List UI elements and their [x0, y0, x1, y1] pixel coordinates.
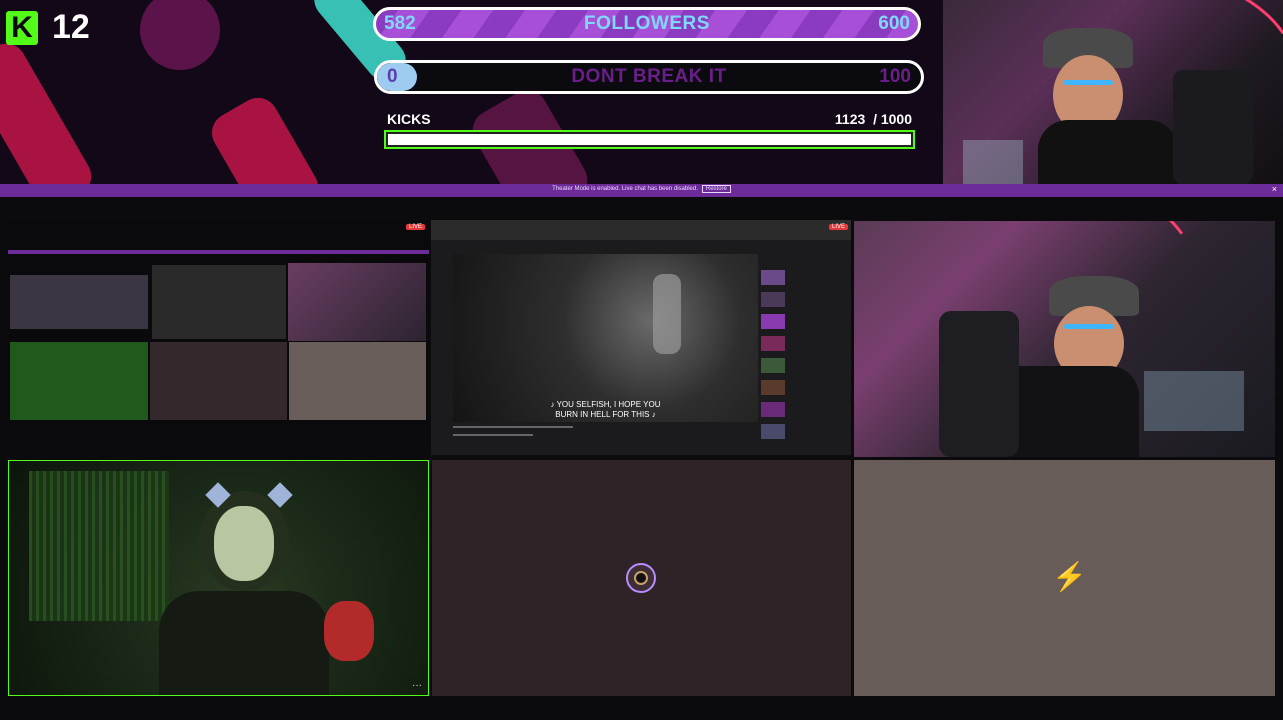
recommended-thumb[interactable] — [761, 270, 785, 285]
live-badge: LIVE — [828, 224, 848, 230]
kicks-target: / 1000 — [873, 111, 912, 127]
led-glasses — [1063, 80, 1113, 85]
dont-break-it-target: 100 — [879, 66, 911, 87]
dont-break-it-goal-bar: 0 DONT BREAK IT 100 — [374, 60, 924, 94]
stream-overlay: K 12 582 FOLLOWERS 600 0 DONT BREAK IT 1… — [0, 0, 1283, 184]
kick-logo-icon: K — [6, 10, 38, 45]
chair-shape — [939, 311, 1019, 457]
nested-cam-thumb — [288, 263, 426, 341]
followers-goal-bar: 582 FOLLOWERS 600 — [373, 7, 921, 41]
recommended-thumb[interactable] — [761, 402, 785, 417]
streamer-webcam — [943, 0, 1283, 184]
face-shape — [214, 506, 274, 581]
tile-streamer-cam[interactable] — [854, 221, 1275, 457]
kicks-value: 1123 / 1000 — [800, 111, 912, 127]
nested-overlay-thumb — [10, 275, 148, 329]
tile-offline-avatar[interactable] — [432, 460, 851, 696]
kicks-label: KICKS — [387, 111, 431, 127]
nested-right-thumb — [289, 342, 426, 420]
followers-target: 600 — [878, 13, 910, 34]
bottles-shape — [1144, 371, 1244, 431]
live-badge: LIVE — [405, 224, 425, 230]
tile-offline-lightning[interactable]: ⚡ — [854, 460, 1275, 696]
lightning-avatar-icon: ⚡ — [1052, 561, 1087, 592]
avatar — [626, 563, 656, 593]
tile-youtube-video[interactable]: ♪ YOU SELFISH, I HOPE YOU BURN IN HELL F… — [431, 220, 851, 455]
dont-break-it-label: DONT BREAK IT — [571, 66, 727, 87]
recommended-thumb[interactable] — [761, 380, 785, 395]
curtain-lights — [29, 471, 169, 621]
viewer-counter: K 12 — [6, 8, 90, 47]
recommended-thumb[interactable] — [761, 424, 785, 439]
tile-nested-stream[interactable]: LIVE — [8, 220, 429, 425]
decor-stripe — [140, 0, 220, 70]
bottles-shape — [963, 140, 1023, 184]
decor-stripe — [204, 90, 326, 184]
led-glasses — [1064, 324, 1114, 329]
recommended-thumb[interactable] — [761, 314, 785, 329]
figure-shape — [653, 274, 681, 354]
nested-youtube-thumb — [152, 265, 286, 339]
followers-label: FOLLOWERS — [584, 13, 710, 34]
banner-message: Theater Mode is enabled. Live chat has b… — [552, 186, 698, 192]
chair-shape — [1173, 70, 1253, 184]
recommended-thumb[interactable] — [761, 336, 785, 351]
kicks-current: 1123 — [834, 111, 866, 127]
plush-toy — [324, 601, 374, 661]
tile-green-cam[interactable]: ··· — [8, 460, 429, 696]
video-title-line — [453, 426, 573, 428]
recommended-thumb[interactable] — [761, 358, 785, 373]
browser-toolbar — [431, 220, 851, 240]
recommended-thumb[interactable] — [761, 292, 785, 307]
subtitle-line-1: ♪ YOU SELFISH, I HOPE YOU — [550, 400, 661, 409]
theater-mode-banner: Theater Mode is enabled. Live chat has b… — [0, 184, 1283, 197]
kicks-progress-fill — [388, 134, 911, 145]
more-options-icon[interactable]: ··· — [412, 680, 422, 691]
shirt-shape — [1038, 120, 1178, 184]
outfit-shape — [159, 591, 329, 695]
restore-button[interactable]: Restore — [701, 185, 731, 193]
subtitle-line-2: BURN IN HELL FOR THIS ♪ — [555, 410, 656, 419]
close-icon[interactable]: × — [1272, 184, 1277, 194]
nested-banner — [8, 250, 429, 254]
nested-mid-thumb — [150, 342, 287, 420]
video-player[interactable]: ♪ YOU SELFISH, I HOPE YOU BURN IN HELL F… — [453, 254, 758, 422]
decor-stripe — [0, 36, 99, 184]
viewer-count: 12 — [52, 8, 90, 46]
channel-line — [453, 434, 533, 436]
kicks-progress-bar — [384, 130, 915, 149]
nested-green-thumb — [10, 342, 148, 420]
